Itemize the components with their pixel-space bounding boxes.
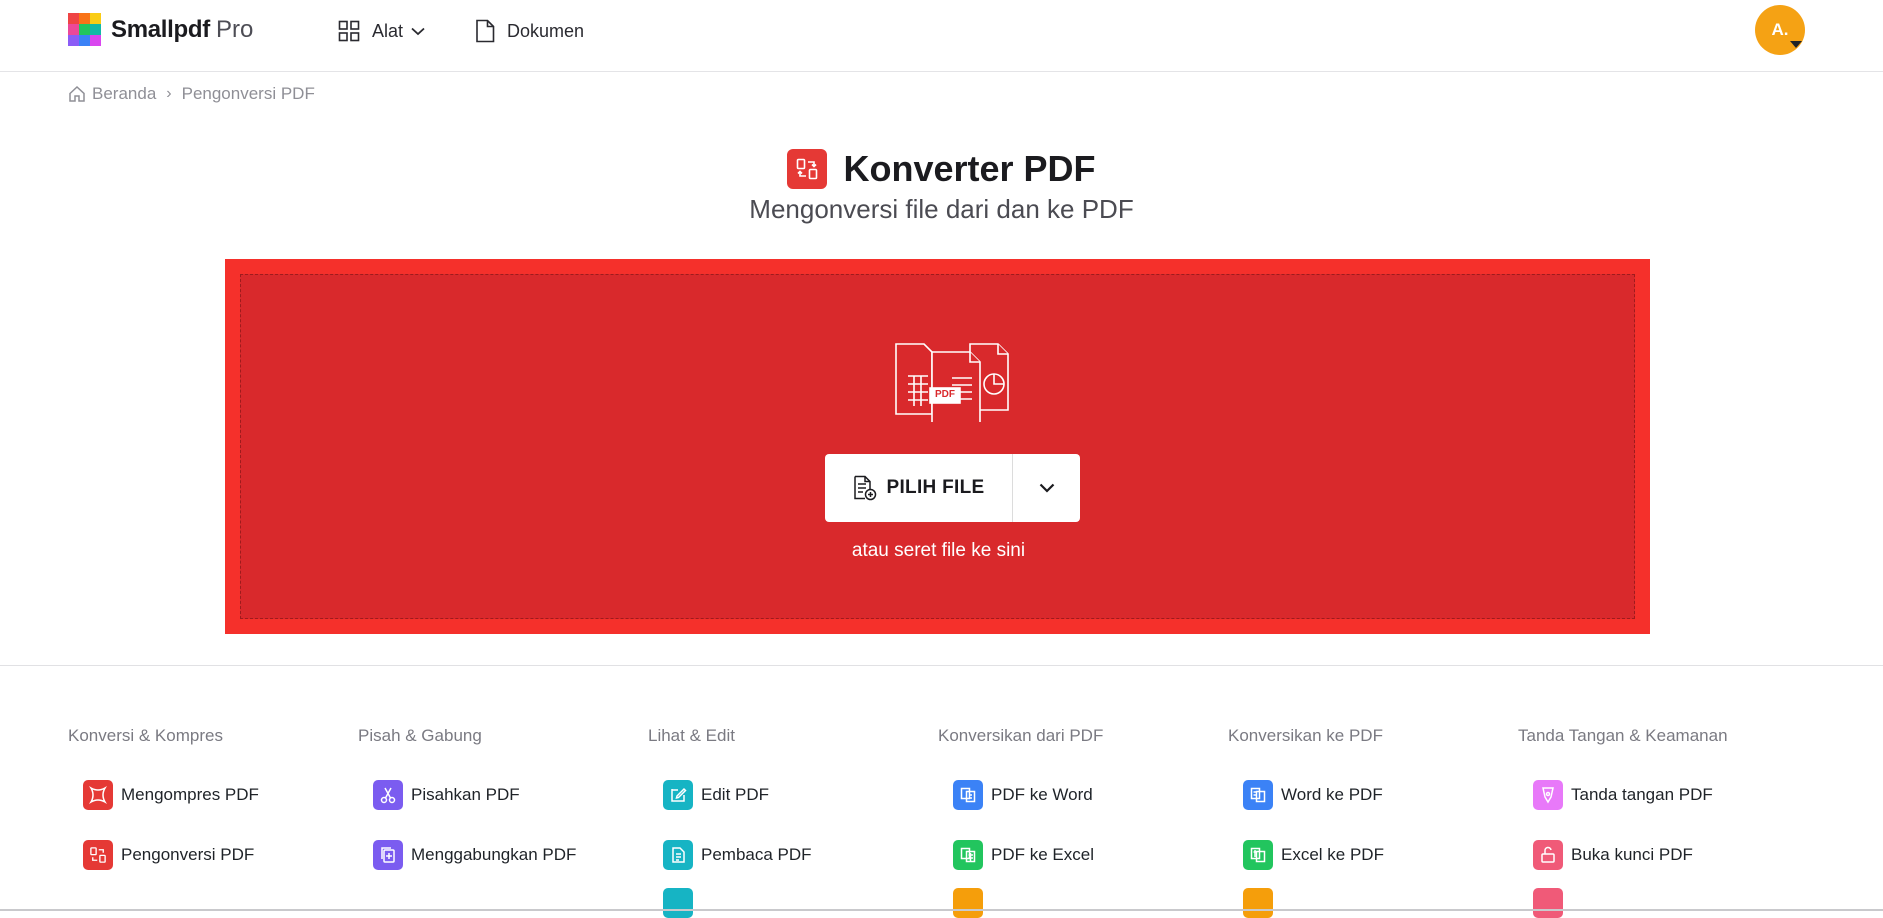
more-upload-options-button[interactable] [1013, 454, 1080, 522]
page-subtitle: Mengonversi file dari dan ke PDF [749, 194, 1134, 224]
tool-label: Tanda tangan PDF [1571, 785, 1713, 804]
unlock-icon [1533, 840, 1563, 870]
tool-label: Word ke PDF [1281, 785, 1383, 804]
word-to-pdf-icon [1243, 780, 1273, 810]
drop-hint: atau seret file ke sini [851, 540, 1026, 561]
tools-directory: Konversi & Kompres Mengompres PDF Pengon… [68, 726, 1828, 918]
sign-icon [1533, 780, 1563, 810]
tool-label: Pisahkan PDF [411, 785, 520, 804]
nav-documents-label: Dokumen [507, 20, 585, 41]
tool-column-title: Tanda Tangan & Keamanan [1518, 726, 1728, 745]
tool-label: PDF ke Excel [991, 845, 1094, 864]
tool-merge-pdf[interactable]: Menggabungkan PDF [373, 840, 648, 870]
tool-column-convert-from-pdf: Konversikan dari PDF PDF ke Word PDF ke … [938, 726, 1228, 918]
dropzone-dashed-area[interactable]: PDF PILIH FILE atau seret file ke sini [240, 274, 1635, 619]
excel-to-pdf-icon [1243, 840, 1273, 870]
nav-documents[interactable]: Dokumen [475, 19, 584, 43]
chevron-down-icon [411, 27, 425, 35]
tool-pdf-to-excel[interactable]: PDF ke Excel [953, 840, 1228, 870]
tool-column-title: Konversi & Kompres [68, 726, 223, 745]
tool-label: Buka kunci PDF [1571, 845, 1693, 864]
tool-column-title: Konversikan dari PDF [938, 726, 1104, 745]
logo-mark-icon [68, 13, 101, 46]
scissors-icon [373, 780, 403, 810]
tool-column-sign-security: Tanda Tangan & Keamanan Tanda tangan PDF… [1518, 726, 1808, 918]
convert-icon [83, 840, 113, 870]
tool-word-to-pdf[interactable]: Word ke PDF [1243, 780, 1518, 810]
document-icon [476, 19, 495, 43]
tool-compress-pdf[interactable]: Mengompres PDF [83, 780, 358, 810]
choose-file-button[interactable]: PILIH FILE [825, 454, 1012, 522]
pdf-to-excel-icon [953, 840, 983, 870]
partial-tool-icon [1243, 888, 1273, 918]
caret-down-icon[interactable] [1790, 41, 1802, 48]
file-dropzone[interactable]: PDF PILIH FILE atau seret file ke sini [225, 259, 1650, 634]
converter-icon [787, 149, 828, 189]
reader-icon [663, 840, 693, 870]
tool-column-view-edit: Lihat & Edit Edit PDF Pembaca PDF [648, 726, 938, 918]
page-title-row: Konverter PDF [0, 148, 1883, 190]
tool-label: Excel ke PDF [1281, 845, 1384, 864]
grid-icon [338, 20, 360, 42]
tool-column-split-merge: Pisah & Gabung Pisahkan PDF Menggabungka… [358, 726, 648, 918]
top-header: Smallpdf Pro Alat Dokumen A. [0, 0, 1883, 72]
tool-unlock-pdf[interactable]: Buka kunci PDF [1533, 840, 1808, 870]
compress-icon [83, 780, 113, 810]
tool-column-title: Konversikan ke PDF [1228, 726, 1383, 745]
tool-column-convert-to-pdf: Konversikan ke PDF Word ke PDF Excel ke … [1228, 726, 1518, 918]
merge-icon [373, 840, 403, 870]
documents-illustration-icon [895, 343, 1009, 422]
pdf-to-word-icon [953, 780, 983, 810]
add-file-icon [853, 475, 876, 501]
tool-column-title: Pisah & Gabung [358, 726, 482, 745]
nav-tools-label: Alat [372, 20, 404, 41]
page-title: Konverter PDF [843, 148, 1096, 189]
tool-label: Edit PDF [701, 785, 770, 804]
tool-sign-pdf[interactable]: Tanda tangan PDF [1533, 780, 1808, 810]
tool-convert-pdf[interactable]: Pengonversi PDF [83, 840, 358, 870]
partial-tool-icon [953, 888, 983, 918]
tool-pdf-reader[interactable]: Pembaca PDF [663, 840, 938, 870]
tool-column-convert-compress: Konversi & Kompres Mengompres PDF Pengon… [68, 726, 358, 918]
breadcrumb-current: Pengonversi PDF [181, 84, 315, 103]
choose-file-label: PILIH FILE [886, 477, 985, 498]
breadcrumb: Beranda › Pengonversi PDF [68, 84, 315, 104]
breadcrumb-home-link[interactable]: Beranda [92, 84, 156, 104]
nav-tools-menu[interactable]: Alat [338, 19, 437, 43]
tool-label: Pembaca PDF [701, 845, 812, 864]
avatar-initials: A. [1771, 20, 1789, 39]
pdf-badge: PDF [935, 389, 955, 400]
tool-label: Pengonversi PDF [121, 845, 255, 864]
tool-split-pdf[interactable]: Pisahkan PDF [373, 780, 648, 810]
tool-edit-pdf[interactable]: Edit PDF [663, 780, 938, 810]
edit-icon [663, 780, 693, 810]
tool-column-title: Lihat & Edit [648, 726, 735, 745]
brand-plan: Pro [215, 15, 254, 43]
breadcrumb-separator: › [166, 85, 172, 102]
home-icon [69, 85, 85, 102]
choose-file-group: PILIH FILE [825, 454, 1080, 522]
section-divider [0, 665, 1883, 666]
tool-excel-to-pdf[interactable]: Excel ke PDF [1243, 840, 1518, 870]
partial-tool-icon [663, 888, 693, 918]
chevron-down-icon [1039, 483, 1054, 493]
tool-label: Menggabungkan PDF [411, 845, 577, 864]
partial-tool-icon [1533, 888, 1563, 918]
tool-label: PDF ke Word [991, 785, 1093, 804]
smallpdf-logo[interactable]: Smallpdf Pro [68, 13, 253, 46]
tool-pdf-to-word[interactable]: PDF ke Word [953, 780, 1228, 810]
brand-name: Smallpdf [111, 15, 210, 43]
tool-label: Mengompres PDF [121, 785, 259, 804]
